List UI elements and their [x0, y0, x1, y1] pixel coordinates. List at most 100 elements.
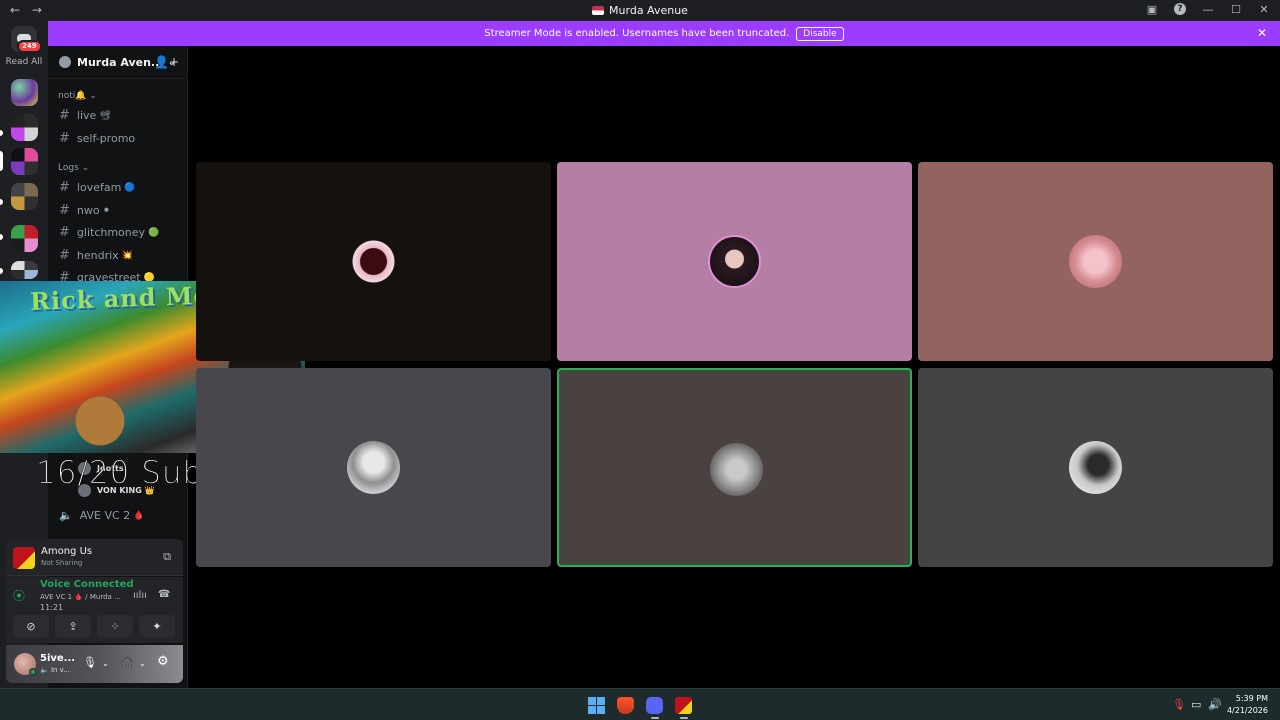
chevron-down-icon[interactable]: ⌄ — [139, 659, 146, 668]
read-all-button[interactable]: Read All — [0, 57, 48, 67]
server-folder-icon[interactable] — [11, 114, 38, 141]
server-folder-icon[interactable] — [11, 225, 38, 252]
channel-name: self-promo — [76, 132, 136, 145]
among-us-taskbar-icon[interactable] — [675, 697, 692, 714]
channel-emoji: 🩸 — [133, 510, 145, 521]
video-tile[interactable] — [557, 162, 912, 361]
video-tile[interactable] — [918, 368, 1273, 567]
category-noti[interactable]: noti🔔 ⌄ — [58, 91, 97, 101]
voice-connection-panel: ⦿ Voice Connected AVE VC 1 🩸 / Murda ...… — [6, 577, 183, 643]
activity-panel: Among Us Not Sharing ⧉ — [6, 539, 183, 576]
server-folder-icon[interactable] — [11, 261, 38, 279]
hash-icon: # — [59, 203, 70, 218]
clock-date: 4/21/2026 — [1226, 706, 1268, 715]
hash-icon: # — [59, 248, 70, 263]
channel-hendrix[interactable]: # hendrix 💥 — [59, 248, 133, 263]
gear-icon[interactable]: ⚙ — [157, 654, 169, 669]
microphone-in-use-icon[interactable]: 🎙 — [1172, 698, 1186, 711]
camera-off-button[interactable]: ⊘ — [13, 615, 49, 637]
user-panel: 5ive... 🔈 In v... 🎙 ⌄ 🎧 ⌄ ⚙ — [6, 645, 183, 683]
channel-live[interactable]: # live 📽 — [59, 108, 111, 123]
channel-name: AVE VC 2 — [79, 509, 131, 522]
discord-app: ← → Murda Avenue ▣ ? — ☐ ✕ 249 Read All — [0, 0, 1280, 720]
selected-pill — [0, 151, 3, 171]
activity-status: Not Sharing — [41, 559, 83, 567]
close-icon[interactable]: ✕ — [1257, 26, 1267, 40]
disable-streamer-mode-button[interactable]: Disable — [796, 26, 844, 41]
voice-channel-info[interactable]: AVE VC 1 🩸 / Murda ... — [40, 593, 121, 601]
chevron-down-icon[interactable]: ⌄ — [102, 659, 109, 668]
server-header[interactable]: Murda Aven... ⌄ 👤+ — [48, 46, 187, 79]
hash-icon: # — [59, 225, 70, 240]
mention-count-badge: 249 — [17, 40, 42, 53]
channel-glitchmoney[interactable]: # glitchmoney 🟢 — [59, 225, 159, 240]
windows-start-icon[interactable] — [588, 697, 605, 714]
speaker-icon: 🔈 — [59, 509, 73, 522]
avatar — [347, 235, 400, 288]
inbox-icon[interactable]: ▣ — [1146, 3, 1158, 16]
channel-name: lovefam — [76, 181, 122, 194]
username[interactable]: 5ive... — [40, 653, 75, 664]
activities-button[interactable]: ⁘ — [97, 615, 133, 637]
volume-icon[interactable]: 🔊 — [1208, 698, 1222, 711]
category-logs[interactable]: Logs ⌄ — [58, 163, 89, 173]
channel-nwo[interactable]: # nwo ⚫ — [59, 203, 110, 218]
window-controls: ▣ ? — ☐ ✕ — [1146, 3, 1270, 16]
network-icon[interactable]: ▭ — [1191, 698, 1201, 711]
channel-emoji: 🟢 — [148, 227, 160, 238]
minimize-button[interactable]: — — [1202, 3, 1214, 16]
among-us-game-icon — [13, 547, 35, 569]
hash-icon: # — [59, 131, 70, 146]
video-tile-speaking[interactable] — [557, 368, 912, 567]
channel-lovefam[interactable]: # lovefam 🔵 — [59, 180, 136, 195]
invite-people-icon[interactable]: 👤+ — [154, 55, 179, 69]
hash-icon: # — [59, 180, 70, 195]
avatar — [347, 441, 400, 494]
signal-icon[interactable]: ⦿ — [13, 587, 25, 604]
windows-taskbar: 🎙 ▭ 🔊 5:39 PM 4/21/2026 — [0, 688, 1280, 720]
channel-name: live — [76, 109, 97, 122]
hash-icon: # — [59, 108, 70, 123]
channel-name: hendrix — [76, 249, 119, 262]
unread-pill — [0, 268, 3, 274]
brave-browser-icon[interactable] — [617, 697, 634, 714]
help-icon[interactable]: ? — [1174, 3, 1186, 15]
server-flag-icon — [592, 6, 605, 15]
channel-self-promo[interactable]: # self-promo — [59, 131, 135, 146]
soundboard-button[interactable]: ✦ — [139, 615, 175, 637]
share-screen-button[interactable]: ⇪ — [55, 615, 91, 637]
clock-time: 5:39 PM — [1235, 694, 1268, 703]
video-tile[interactable] — [196, 368, 551, 567]
video-tile[interactable] — [196, 162, 551, 361]
voice-timer: 11:21 — [40, 603, 64, 612]
microphone-icon[interactable]: 🎙 — [83, 656, 97, 669]
active-app-indicator — [680, 717, 688, 719]
system-clock[interactable]: 5:39 PM 4/21/2026 — [1227, 693, 1268, 717]
close-window-button[interactable]: ✕ — [1258, 3, 1270, 16]
banner-text: Streamer Mode is enabled. Usernames have… — [484, 28, 790, 39]
channel-emoji: ⚫ — [102, 205, 111, 216]
server-icon[interactable] — [11, 79, 38, 106]
avatar — [708, 235, 761, 288]
server-folder-icon[interactable] — [11, 148, 38, 175]
avatar — [1069, 441, 1122, 494]
server-badge-icon — [59, 56, 71, 68]
channel-name: glitchmoney — [76, 226, 146, 239]
streamer-mode-banner: Streamer Mode is enabled. Usernames have… — [48, 21, 1280, 46]
avatar — [710, 443, 763, 496]
noise-suppression-icon[interactable]: ıılıı — [133, 590, 147, 601]
maximize-button[interactable]: ☐ — [1230, 3, 1242, 16]
video-tile[interactable] — [918, 162, 1273, 361]
voice-channel-ave-vc-2[interactable]: 🔈 AVE VC 2 🩸 — [59, 509, 144, 522]
discord-app-icon[interactable] — [646, 697, 663, 714]
server-folder-icon[interactable] — [11, 183, 38, 210]
unread-pill — [0, 234, 3, 240]
window-title-text: Murda Avenue — [609, 4, 688, 17]
screen-share-icon[interactable]: ⧉ — [163, 550, 171, 564]
activity-title: Among Us — [41, 546, 93, 557]
voice-connected-label[interactable]: Voice Connected — [40, 579, 134, 590]
headphones-icon[interactable]: 🎧 — [120, 656, 134, 669]
disconnect-icon[interactable]: ☎ — [158, 589, 170, 600]
subs-counter: 16/20 Subs — [36, 455, 221, 492]
channel-name: nwo — [76, 204, 100, 217]
